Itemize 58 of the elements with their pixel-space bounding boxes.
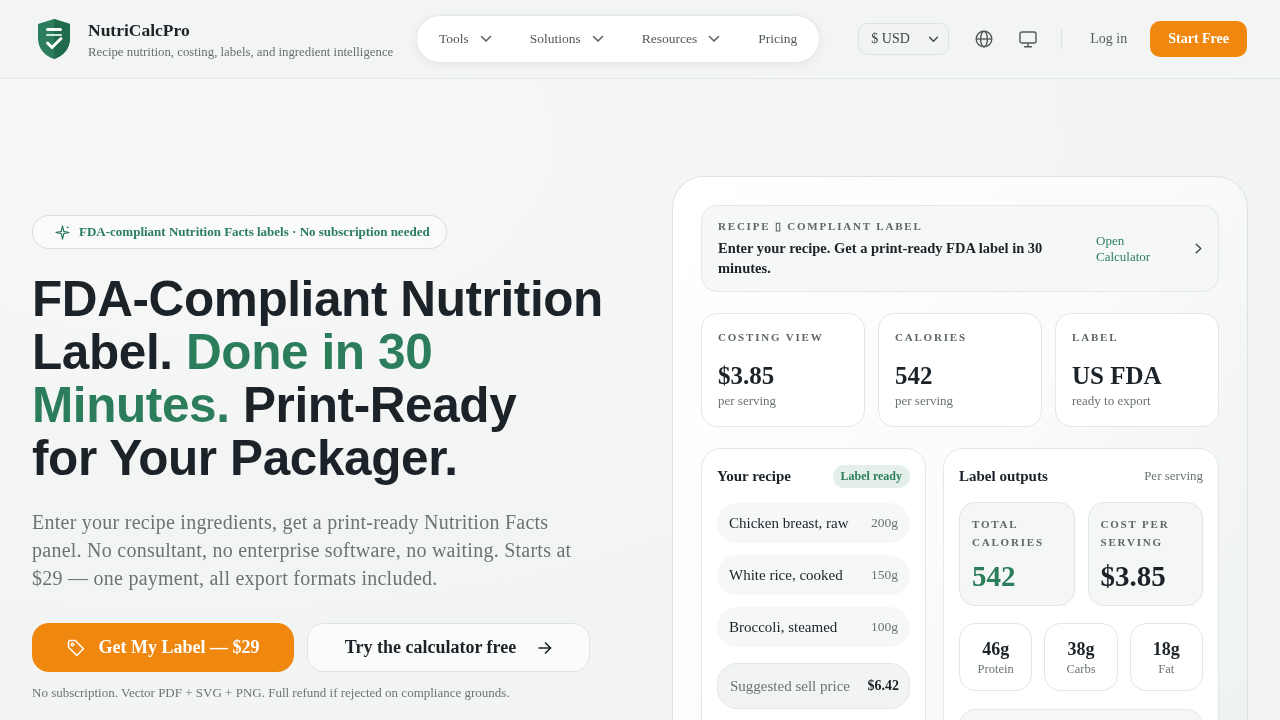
- price-label: Suggested sell price: [730, 677, 850, 695]
- currency-select[interactable]: $ USD: [858, 23, 950, 55]
- stat-value: 542: [895, 361, 933, 391]
- banner-title: Enter your recipe. Get a print-ready FDA label in 30 minutes.: [718, 239, 1044, 278]
- total-label: COST PER SERVING: [1100, 517, 1171, 550]
- feature-text: FDA-compliant Nutrition Facts labels · No subscription needed: [79, 224, 430, 240]
- macro-label: Carbs: [1066, 661, 1096, 677]
- chevron-down-icon: [928, 35, 940, 43]
- panel-note: Per serving: [1144, 468, 1203, 484]
- macro-label: Protein: [977, 661, 1014, 677]
- stat-value: $3.85: [718, 361, 775, 391]
- brand-tagline: Recipe nutrition, costing, labels, and ingredient intelligence: [88, 44, 394, 60]
- shield-logo-icon: [36, 18, 72, 60]
- ingredient-amount: 200g: [871, 515, 898, 531]
- monitor-icon[interactable]: [1019, 30, 1038, 48]
- nav-link[interactable]: Resources: [641, 31, 721, 47]
- brand-name: NutriCalcPro: [88, 18, 190, 41]
- chevron-right-icon: [1195, 243, 1202, 254]
- chevron-down-icon: [591, 35, 604, 43]
- ingredient-name: White rice, cooked: [729, 566, 843, 584]
- status-badge: Label ready: [832, 464, 910, 488]
- hero-description: Enter your recipe ingredients, get a print-ready Nutrition Facts panel. No consultant, no enterprise software, no waiting. Starts at $29 — one payment, all export formats included.: [32, 510, 573, 592]
- nav-link[interactable]: Tools: [438, 31, 492, 47]
- nav-link[interactable]: Solutions: [529, 31, 604, 47]
- stat-value: US FDA: [1072, 361, 1162, 391]
- ingredient-amount: 100g: [871, 619, 898, 635]
- chevron-down-icon: [708, 35, 721, 43]
- login-link[interactable]: Log in: [1090, 31, 1128, 47]
- stat-label: CALORIES: [895, 330, 967, 344]
- banner-eyebrow: RECIPE ▯ COMPLIANT LABEL: [718, 219, 923, 233]
- stat-label: LABEL: [1072, 330, 1119, 344]
- globe-icon[interactable]: [975, 30, 994, 48]
- tag-icon: [66, 638, 85, 657]
- macro-label: Fat: [1158, 661, 1175, 677]
- ingredient-name: Broccoli, steamed: [729, 618, 838, 636]
- total-value: $3.85: [1100, 559, 1166, 593]
- stat-caption: per serving: [718, 393, 777, 409]
- nav-link[interactable]: Pricing: [758, 31, 798, 47]
- macro-value: 46g: [982, 637, 1010, 660]
- sparkle-icon: [55, 224, 70, 240]
- ingredient-name: Chicken breast, raw: [729, 514, 849, 532]
- footnote-text: No subscription. Vector PDF + SVG + PNG. Full refund if rejected on compliance grounds.: [32, 685, 511, 701]
- price-value: $6.42: [867, 678, 899, 694]
- arrow-right-icon: [538, 641, 553, 654]
- hero-heading: FDA-Compliant Nutrition Label. Done in 30 Minutes. Print-Ready for Your Packager.: [32, 272, 603, 484]
- macro-value: 38g: [1067, 637, 1095, 660]
- total-value: 542: [972, 559, 1016, 593]
- stat-label: COSTING VIEW: [718, 330, 824, 344]
- stat-caption: per serving: [895, 393, 954, 409]
- try-calculator-button[interactable]: Try the calculator free: [307, 623, 590, 672]
- panel-title: Label outputs: [959, 467, 1048, 485]
- macro-value: 18g: [1152, 637, 1180, 660]
- total-label: TOTAL CALORIES: [972, 517, 1045, 550]
- stat-caption: ready to export: [1072, 393, 1151, 409]
- panel-title: Your recipe: [717, 467, 792, 485]
- chevron-down-icon: [479, 35, 492, 43]
- ingredient-amount: 150g: [871, 567, 898, 583]
- open-calculator-link[interactable]: Open Calculator: [1096, 232, 1202, 265]
